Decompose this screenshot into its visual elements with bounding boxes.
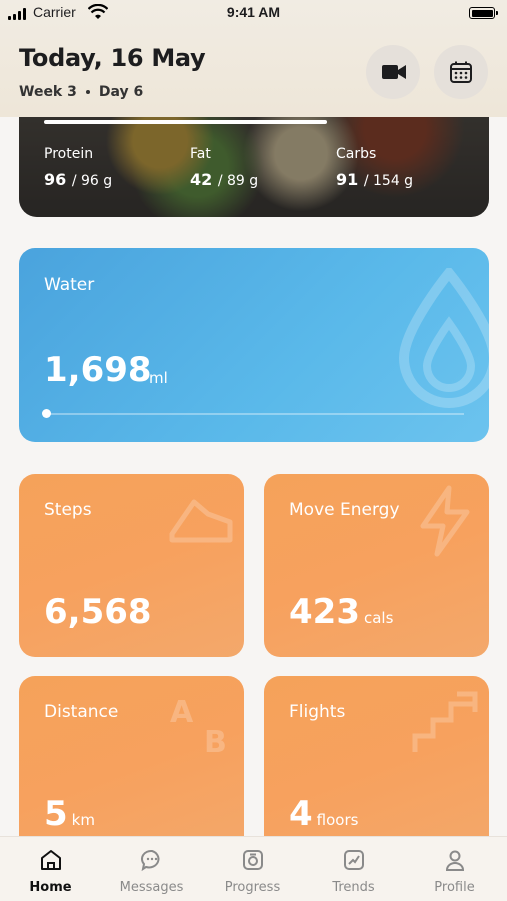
distance-label: Distance: [44, 702, 119, 722]
distance-card[interactable]: A B Distance 5 km: [19, 676, 244, 859]
clock: 9:41 AM: [226, 4, 281, 20]
tab-home[interactable]: Home: [0, 837, 101, 901]
tab-progress[interactable]: Progress: [202, 837, 303, 901]
tab-trends[interactable]: Trends: [303, 837, 404, 901]
water-progress-knob: [42, 409, 51, 418]
calendar-icon: [450, 61, 472, 83]
calendar-button[interactable]: [434, 45, 488, 99]
water-card[interactable]: Water 1,698 ml: [19, 248, 489, 442]
battery-icon: [469, 7, 498, 19]
water-unit: ml: [149, 369, 168, 387]
steps-value: 6,568: [44, 592, 152, 632]
move-energy-label: Move Energy: [289, 500, 400, 520]
a-to-b-icon: A B: [170, 695, 227, 760]
macros-progress-bar: [44, 120, 327, 124]
profile-icon: [445, 850, 465, 871]
tab-messages[interactable]: Messages: [101, 837, 202, 901]
water-value: 1,698: [44, 350, 152, 390]
stairs-icon: [412, 691, 478, 752]
water-label: Water: [44, 275, 95, 295]
water-progress-track: [44, 413, 464, 415]
week-label: Week 3: [19, 84, 77, 100]
messages-icon: [141, 849, 160, 872]
progress-icon: [243, 850, 263, 870]
move-energy-value: 423 cals: [289, 592, 394, 632]
water-drop-icon: [398, 268, 489, 408]
week-day-subtitle: Week 3 Day 6: [19, 84, 143, 100]
svg-text:A: A: [170, 695, 194, 730]
flights-value: 4 floors: [289, 794, 359, 834]
video-button[interactable]: [366, 45, 420, 99]
tab-bar: Home Messages Progress Trends Profile: [0, 836, 507, 901]
lightning-icon: [420, 485, 470, 557]
page-title: Today, 16 May: [19, 44, 206, 72]
home-icon: [41, 850, 61, 870]
day-label: Day 6: [98, 84, 144, 100]
macro-carbs: Carbs 91 / 154 g: [336, 146, 414, 189]
tab-profile[interactable]: Profile: [404, 837, 505, 901]
video-camera-icon: [382, 65, 406, 79]
flights-card[interactable]: Flights 4 floors: [264, 676, 489, 859]
shoe-icon: [169, 499, 233, 543]
status-bar: Carrier 9:41 AM: [0, 0, 507, 26]
steps-card[interactable]: Steps 6,568: [19, 474, 244, 657]
macro-fat: Fat 42 / 89 g: [190, 146, 259, 189]
steps-label: Steps: [44, 500, 92, 520]
flights-label: Flights: [289, 702, 346, 722]
move-energy-card[interactable]: Move Energy 423 cals: [264, 474, 489, 657]
distance-value: 5 km: [44, 794, 95, 834]
svg-text:B: B: [204, 725, 227, 760]
macro-protein: Protein 96 / 96 g: [44, 146, 113, 189]
trends-icon: [344, 850, 364, 870]
